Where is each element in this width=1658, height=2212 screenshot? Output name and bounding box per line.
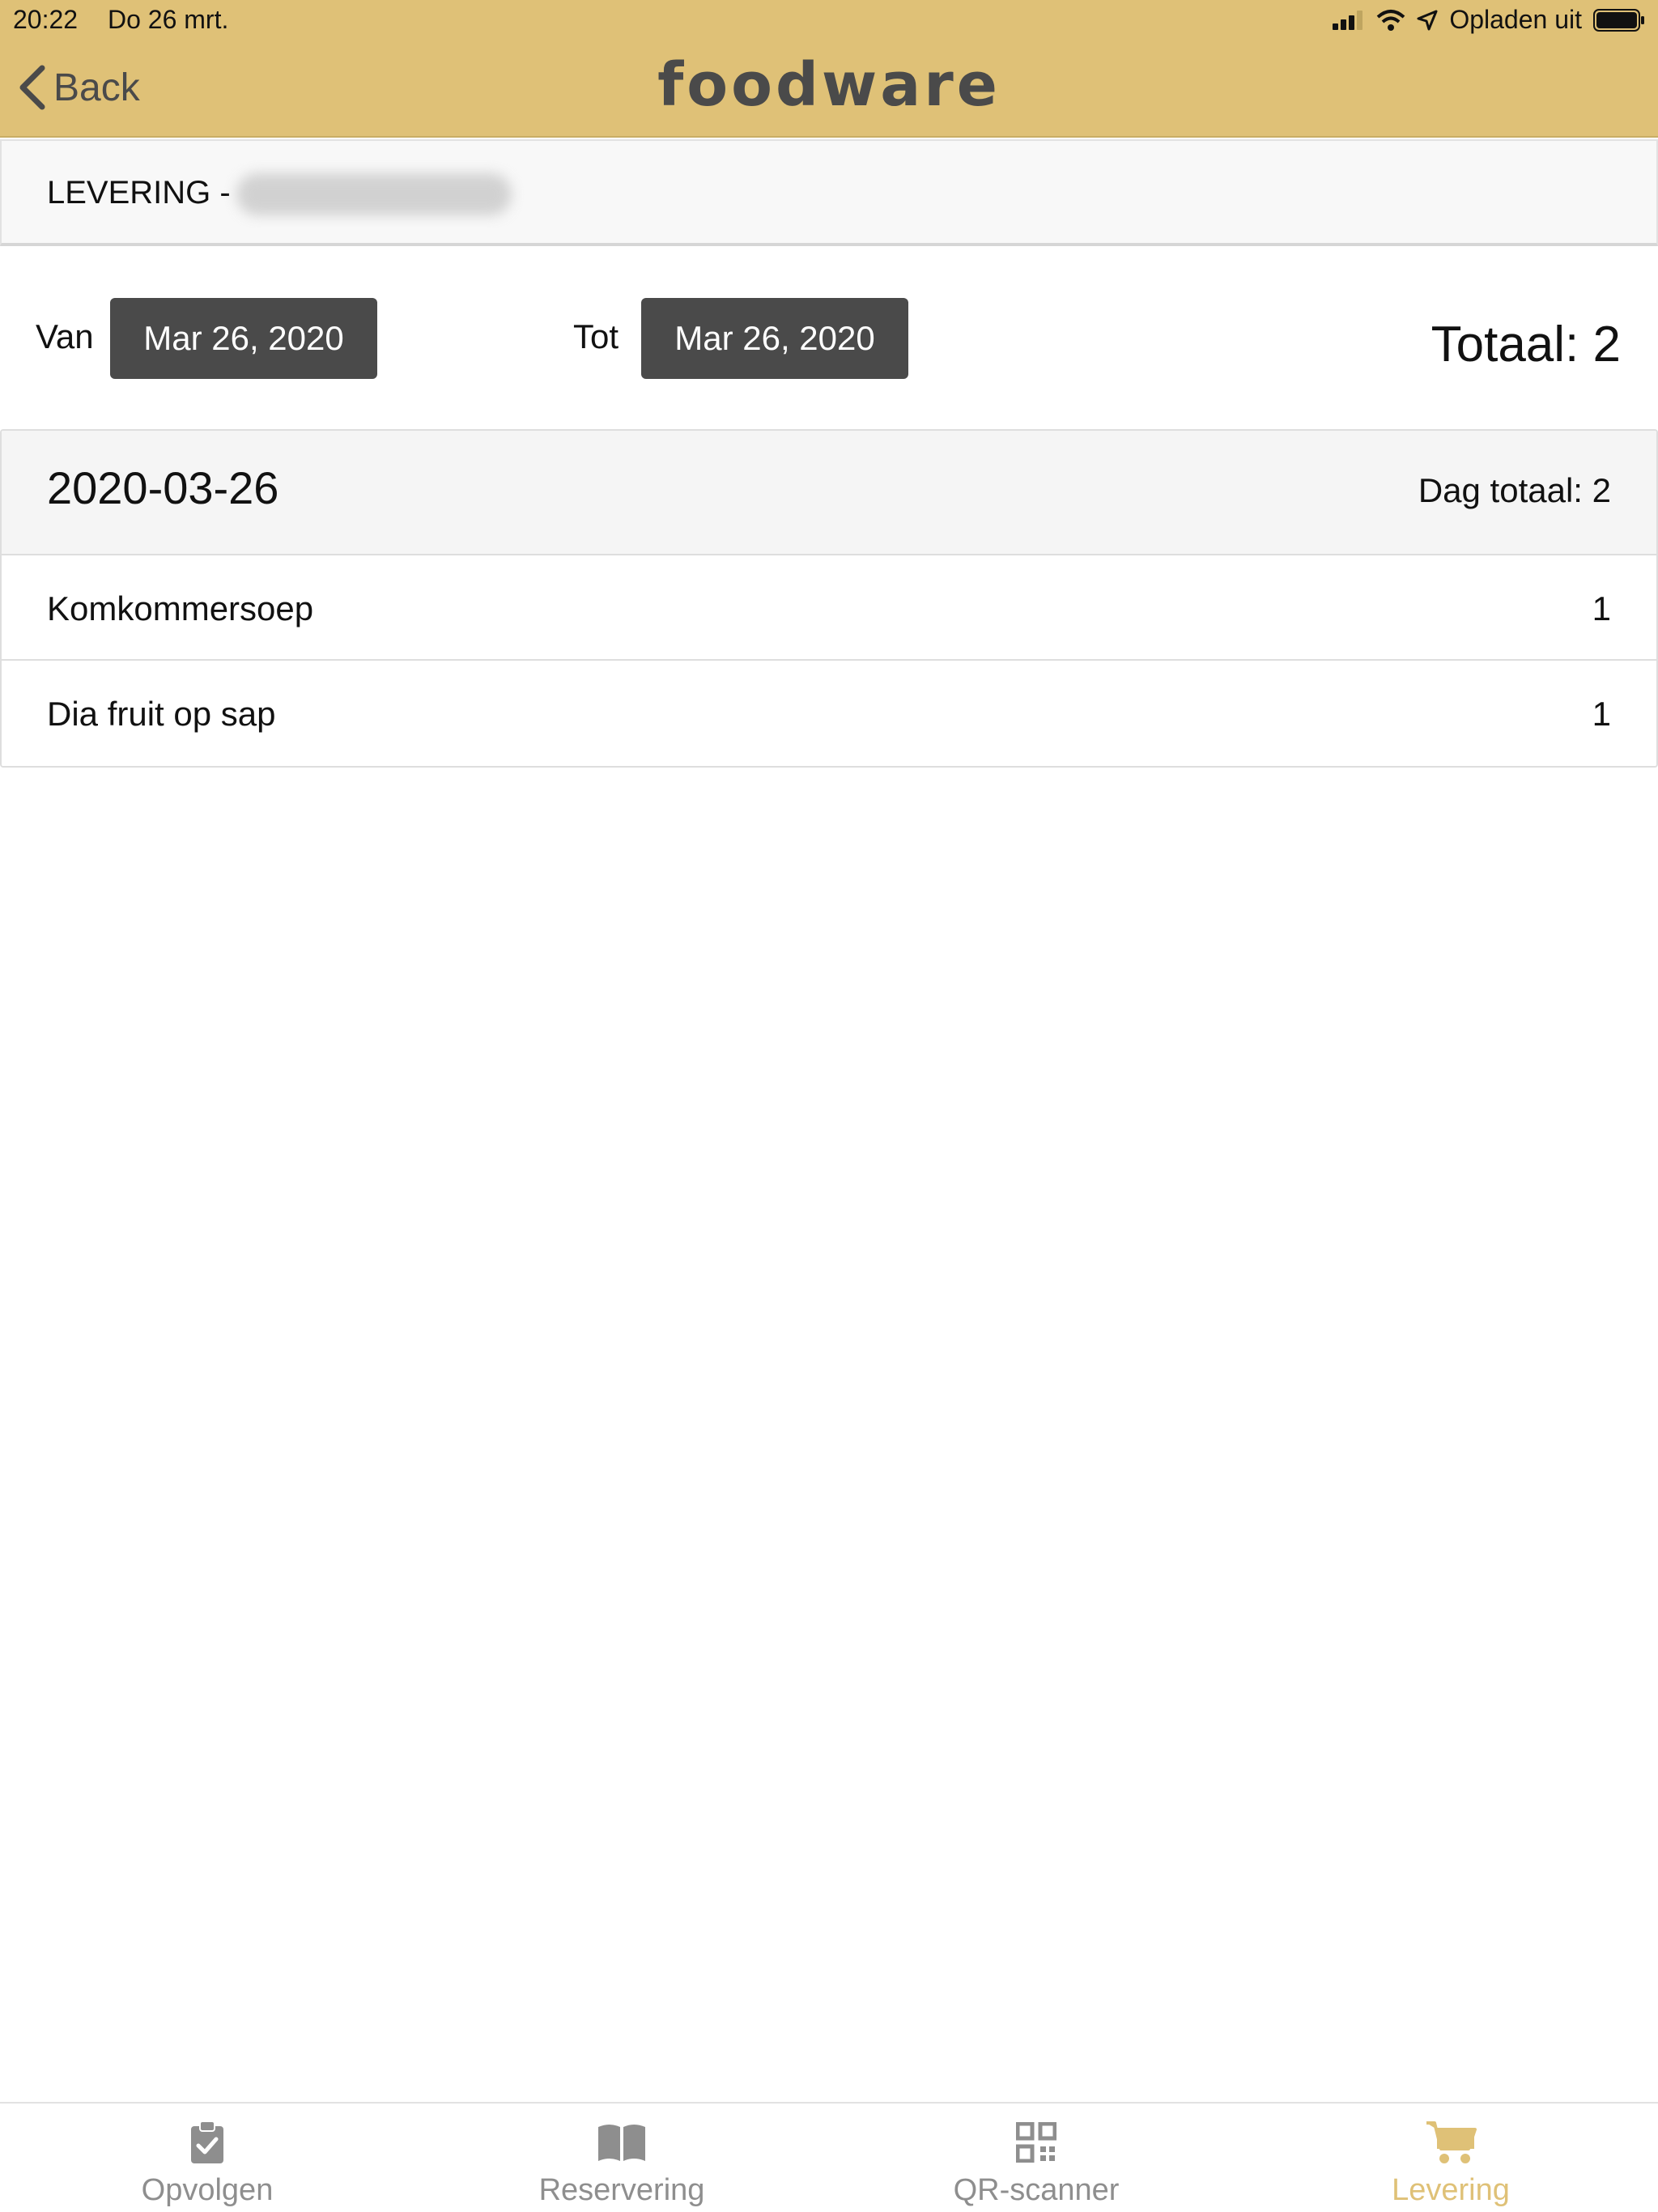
battery-icon	[1593, 8, 1645, 32]
location-arrow-icon	[1417, 10, 1438, 31]
open-book-icon	[597, 2118, 647, 2167]
day-card: 2020-03-26 Dag totaal: 2 Komkommersoep 1…	[0, 429, 1658, 768]
day-date: 2020-03-26	[47, 462, 279, 513]
item-quantity: 1	[1592, 695, 1611, 733]
to-date-button[interactable]: Mar 26, 2020	[641, 298, 908, 379]
delivery-title-bar: LEVERING -	[0, 139, 1658, 246]
day-total: Dag totaal: 2	[1418, 471, 1611, 509]
item-quantity: 1	[1592, 589, 1611, 627]
item-name: Komkommersoep	[47, 589, 314, 627]
date-filter-row: Van Mar 26, 2020 Tot Mar 26, 2020 Totaal…	[0, 275, 1658, 397]
from-date-button[interactable]: Mar 26, 2020	[110, 298, 377, 379]
app-root: 20:22 Do 26 mrt. Opladen uit Back foodwa…	[0, 0, 1658, 2212]
tab-qr-scanner[interactable]: QR-scanner	[829, 2104, 1244, 2212]
list-item: Dia fruit op sap 1	[2, 661, 1656, 766]
status-bar-right: Opladen uit	[1321, 5, 1645, 35]
tab-levering[interactable]: Levering	[1244, 2104, 1658, 2212]
redacted-customer-name	[236, 173, 512, 215]
list-item: Komkommersoep 1	[2, 555, 1656, 661]
tab-label: Levering	[1392, 2173, 1510, 2207]
status-time: 20:22	[13, 5, 79, 34]
tab-label: QR-scanner	[953, 2173, 1120, 2207]
item-name: Dia fruit op sap	[47, 695, 276, 733]
status-date: Do 26 mrt.	[107, 5, 229, 34]
day-header: 2020-03-26 Dag totaal: 2	[2, 431, 1656, 555]
qr-code-icon	[1016, 2118, 1056, 2167]
tab-label: Opvolgen	[141, 2173, 274, 2207]
tab-reservering[interactable]: Reservering	[414, 2104, 829, 2212]
status-bar-left: 20:22 Do 26 mrt.	[13, 5, 251, 35]
shopping-cart-icon	[1425, 2118, 1477, 2167]
tab-label: Reservering	[538, 2173, 705, 2207]
page-title: LEVERING -	[47, 175, 231, 211]
charging-status-text: Opladen uit	[1449, 5, 1582, 34]
foodware-logo: foodware	[657, 50, 1001, 120]
wifi-icon	[1376, 9, 1405, 32]
from-label: Van	[36, 317, 94, 355]
clipboard-check-icon	[189, 2118, 225, 2167]
cellular-signal-icon	[1333, 10, 1365, 30]
bottom-tab-bar: Opvolgen Reservering QR-scanner Levering	[0, 2102, 1658, 2212]
grand-total: Totaal: 2	[1431, 317, 1621, 372]
app-header: 20:22 Do 26 mrt. Opladen uit Back foodwa…	[0, 0, 1658, 138]
tab-opvolgen[interactable]: Opvolgen	[0, 2104, 414, 2212]
to-label: Tot	[573, 317, 619, 355]
